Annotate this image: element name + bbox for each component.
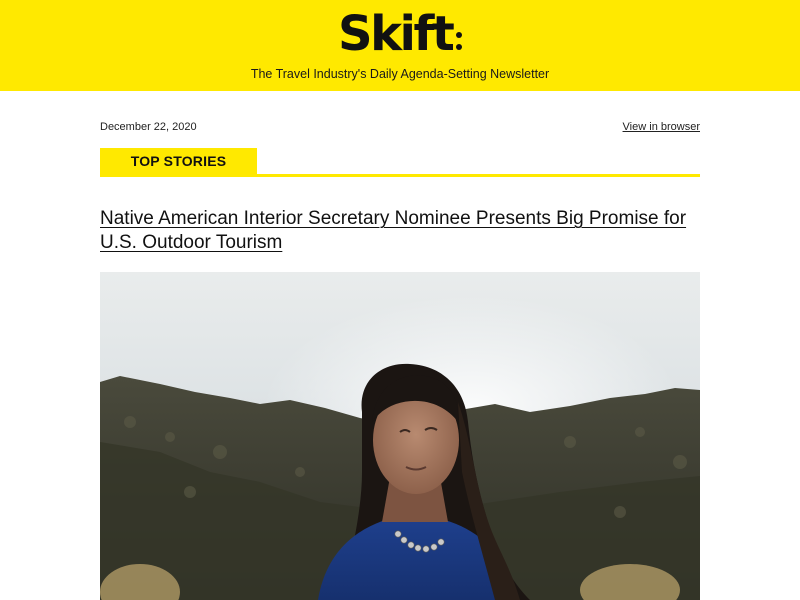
skift-logo[interactable]: Skift <box>338 6 455 62</box>
section-label-top-stories: TOP STORIES <box>100 148 257 175</box>
newsletter-tagline: The Travel Industry's Daily Agenda-Setti… <box>250 67 550 81</box>
story-hero-image[interactable] <box>100 272 700 600</box>
view-in-browser-link[interactable]: View in browser <box>623 121 700 133</box>
story-headline-link[interactable]: Native American Interior Secretary Nomin… <box>100 207 700 255</box>
newsletter-header: Skift The Travel Industry's Daily Agenda… <box>0 0 800 91</box>
logo-colon-mark <box>456 30 464 54</box>
issue-date: December 22, 2020 <box>100 121 197 133</box>
